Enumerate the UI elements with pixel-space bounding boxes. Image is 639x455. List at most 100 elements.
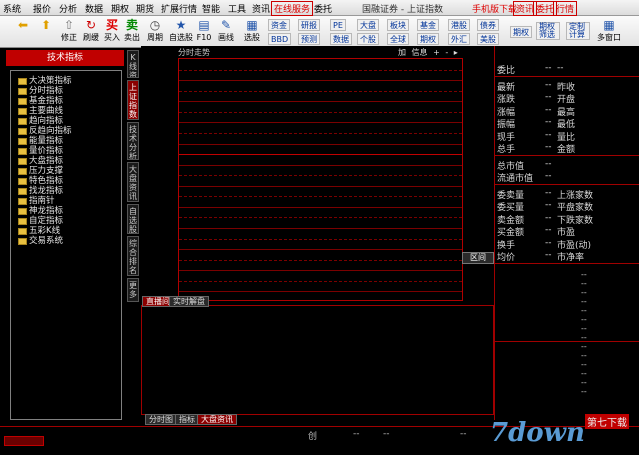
menu-online-service[interactable]: 在线服务 (271, 1, 314, 16)
tree-item[interactable]: 趋向指标 (15, 116, 121, 126)
buy-icon: 买 (105, 18, 118, 32)
forex-button[interactable]: 外汇 (448, 33, 470, 45)
options-small-button[interactable]: 期权 (417, 33, 439, 45)
refresh-button[interactable]: ↻ 刷缓 (80, 18, 102, 46)
tree-item[interactable]: 找龙指标 (15, 186, 121, 196)
sell-button[interactable]: 卖 卖出 (122, 18, 142, 46)
status-indicator[interactable] (4, 436, 44, 446)
tree-item[interactable]: 大盘指标 (15, 156, 121, 166)
folder-icon (18, 158, 27, 165)
menu-tools[interactable]: 工具 (228, 2, 246, 15)
bond-button[interactable]: 债券 (477, 19, 499, 31)
quote-row: 流通市值 -- (495, 170, 639, 184)
menu-system[interactable]: 系统 (3, 2, 21, 15)
up-down-button[interactable]: ⬆ (36, 18, 56, 46)
menu-futures[interactable]: 期货 (136, 2, 154, 15)
menu-options[interactable]: 期权 (111, 2, 129, 15)
tree-item[interactable]: 交易系统 (15, 236, 121, 246)
vtab-more[interactable]: 更多 (127, 278, 139, 302)
menu-data[interactable]: 数据 (85, 2, 103, 15)
stock-button[interactable]: 个股 (357, 33, 379, 45)
vtab-market-news[interactable]: 大盘资讯 (127, 162, 139, 202)
buy-label: 买入 (104, 33, 120, 42)
fund-button[interactable]: 基金 (417, 19, 439, 31)
tree-item[interactable]: 自定指标 (15, 216, 121, 226)
pe-button[interactable]: PE (330, 19, 346, 31)
forecast-button[interactable]: 预测 (298, 33, 320, 45)
hk-stock-button[interactable]: 港股 (448, 19, 470, 31)
tree-item[interactable]: 主要曲线 (15, 106, 121, 116)
tree-item[interactable]: 分时指标 (15, 86, 121, 96)
grid-line (179, 133, 462, 134)
tree-item[interactable]: 五彩K线 (15, 226, 121, 236)
folder-icon (18, 168, 27, 175)
tab-realtime-analysis[interactable]: 实时解盘 (169, 296, 209, 307)
tree-item[interactable]: 反趋向指标 (15, 126, 121, 136)
indicator-tree: 大决策指标 分时指标 基金指标 主要曲线 趋向指标 反趋向指标 能量指标 量价指标 大盘指标 压力… (10, 70, 122, 420)
zoom-in-icon[interactable]: + (433, 48, 440, 57)
menu-analysis[interactable]: 分析 (59, 2, 77, 15)
chart-grid[interactable] (178, 58, 463, 301)
book-dash: -- (581, 341, 587, 351)
us-stock-button[interactable]: 美股 (477, 33, 499, 45)
tree-item[interactable]: 特色指标 (15, 176, 121, 186)
tree-item[interactable]: 大决策指标 (15, 76, 121, 86)
grid-line (179, 281, 462, 282)
sector-button[interactable]: 板块 (387, 19, 409, 31)
quote-value: -- (545, 171, 552, 181)
vtab-watchlist[interactable]: 自选股 (127, 204, 139, 234)
menu-smart[interactable]: 智能 (202, 2, 220, 15)
folder-icon (18, 228, 27, 235)
tree-item[interactable]: 神龙指标 (15, 206, 121, 216)
stock-picker-button[interactable]: ▦ 选股 (241, 18, 263, 46)
vtab-ranking[interactable]: 综合排名 (127, 236, 139, 276)
menu-quote[interactable]: 报价 (33, 2, 51, 15)
range-button[interactable]: 区间 (462, 252, 494, 264)
tree-item[interactable]: 基金指标 (15, 96, 121, 106)
buy-button[interactable]: 买 买入 (102, 18, 122, 46)
market-button[interactable]: 大盘 (357, 19, 379, 31)
separator (495, 75, 639, 77)
menu-news[interactable]: 资讯 (252, 2, 270, 15)
tab-intraday[interactable]: 分时图 (145, 414, 177, 425)
zoom-out-icon[interactable]: - (445, 48, 448, 57)
watchlist-button[interactable]: ★ 自选股 (168, 18, 194, 46)
custom-calc-button[interactable]: 定制计算 (566, 22, 590, 40)
tree-item[interactable]: 指南针 (15, 196, 121, 206)
tab-indicator[interactable]: 指标 (175, 414, 199, 425)
quote-row: 总市值 -- (495, 158, 639, 172)
chart-info-button[interactable]: 信息 (412, 48, 428, 57)
global-button[interactable]: 全球 (387, 33, 409, 45)
period-button[interactable]: ◷ 周期 (144, 18, 166, 46)
data-button[interactable]: 数据 (330, 33, 352, 45)
sell-icon: 卖 (125, 18, 138, 32)
multi-window-button[interactable]: ▦ 多窗口 (596, 18, 622, 46)
folder-icon (18, 188, 27, 195)
vtab-kline-news[interactable]: K线资讯 (127, 50, 139, 78)
tree-item[interactable]: 压力支撑 (15, 166, 121, 176)
tree-item[interactable]: 量价指标 (15, 146, 121, 156)
research-button[interactable]: 研报 (298, 19, 320, 31)
menu-quotes-right[interactable]: 行情 (553, 1, 578, 16)
tree-item-label: 反趋向指标 (29, 126, 72, 136)
tree-item-label: 特色指标 (29, 176, 64, 186)
bbd-button[interactable]: BBD (268, 33, 292, 45)
option-rights-button[interactable]: 期权 (510, 26, 532, 38)
option-filter-button[interactable]: 期权筛选 (536, 22, 560, 40)
f10-button[interactable]: ▤ F10 (195, 18, 213, 46)
correct-button[interactable]: ⇧ 修正 (58, 18, 80, 46)
draw-line-button[interactable]: ✎ 画线 (216, 18, 236, 46)
vtab-tech-analysis[interactable]: 技术分析 (127, 122, 139, 160)
tab-market-news[interactable]: 大盘资讯 (197, 414, 237, 425)
fund-flow-button[interactable]: 资金 (268, 19, 290, 31)
chart-add-button[interactable]: 加 (398, 48, 406, 57)
menu-extended-quotes[interactable]: 扩展行情 (161, 2, 197, 15)
status-cell-2: -- (353, 429, 360, 439)
menu-entrust[interactable]: 委托 (314, 2, 332, 15)
menu-mobile-download[interactable]: 手机版下载 (472, 2, 517, 15)
play-icon[interactable]: ▸ (454, 48, 458, 57)
vtab-sh-index[interactable]: 上证指数 (127, 80, 139, 120)
back-button[interactable]: ⬅ (12, 18, 34, 46)
tree-item[interactable]: 能量指标 (15, 136, 121, 146)
arrow-left-icon: ⬅ (17, 18, 29, 32)
